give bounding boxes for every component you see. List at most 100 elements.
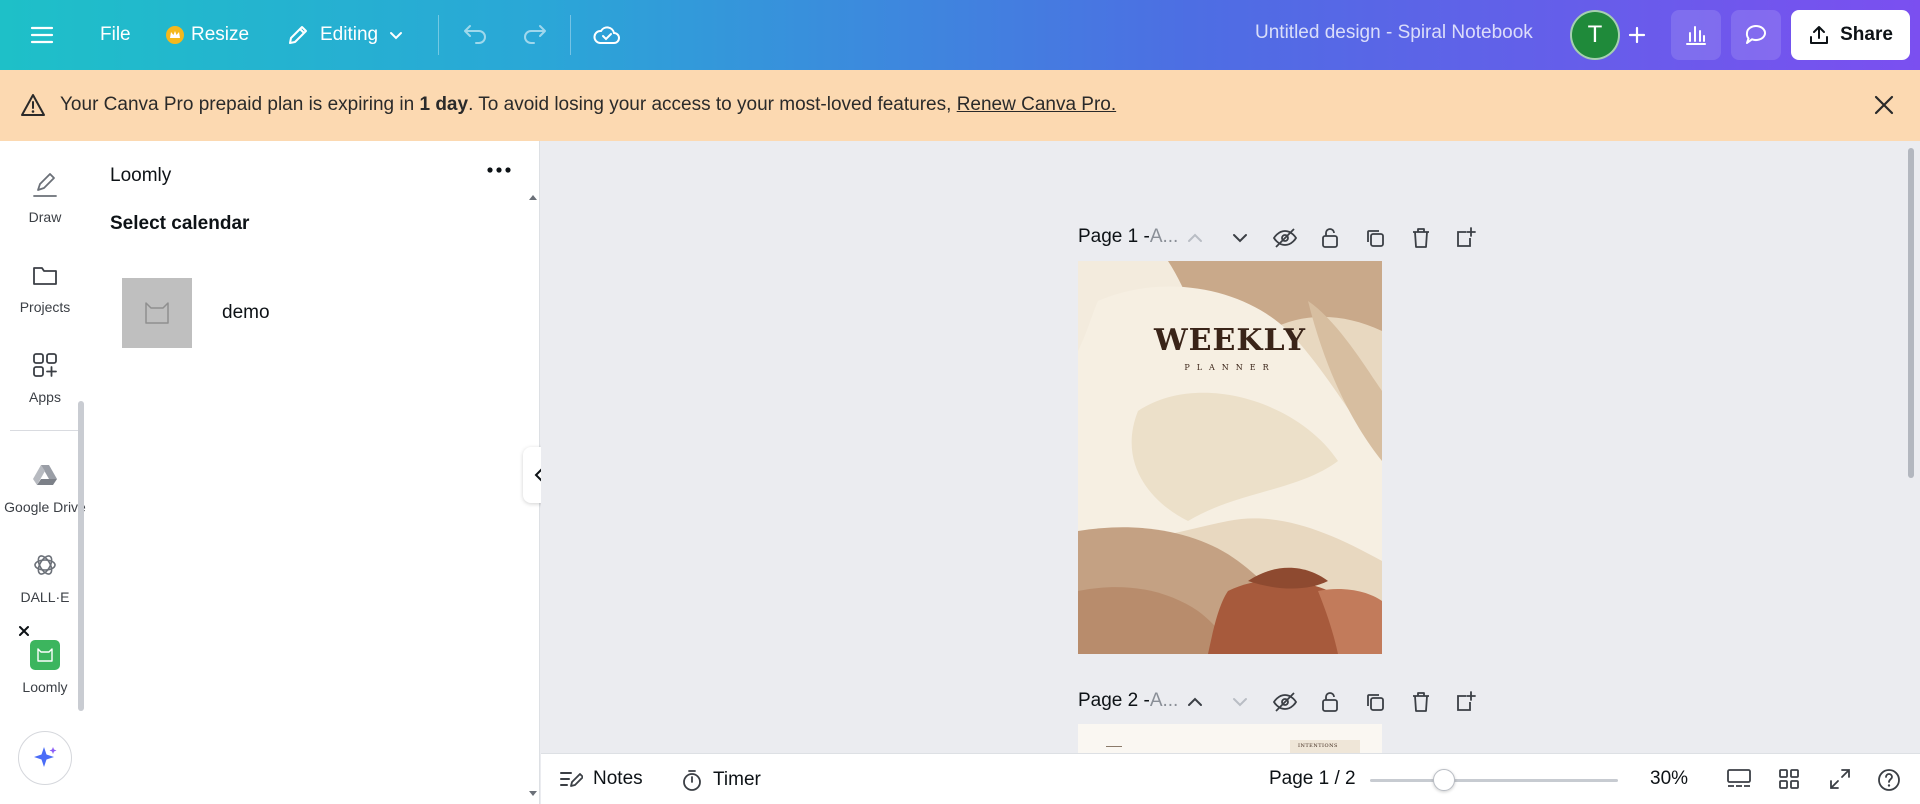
fullscreen-button[interactable]: [1828, 767, 1852, 791]
editing-mode-dropdown[interactable]: Editing: [286, 12, 404, 58]
remove-app-close-icon[interactable]: [18, 625, 30, 637]
page-1-header[interactable]: Page 1 - A...: [1078, 226, 1178, 248]
calendar-item[interactable]: demo: [122, 278, 270, 348]
rail-item-projects[interactable]: Projects: [0, 259, 90, 315]
duplicate-page-icon[interactable]: [1364, 227, 1386, 249]
banner-text-after: . To avoid losing your access to your mo…: [468, 94, 957, 115]
resize-label: Resize: [191, 24, 250, 45]
share-button[interactable]: Share: [1791, 10, 1910, 60]
pages-view-icon: [1726, 767, 1752, 791]
plus-icon: [1628, 26, 1646, 44]
share-upload-icon: [1808, 24, 1830, 46]
save-status-button[interactable]: [592, 12, 622, 58]
apps-icon: [31, 349, 59, 381]
undo-icon: [462, 23, 490, 47]
calendar-thumbnail: [122, 278, 192, 348]
notes-button[interactable]: Notes: [559, 768, 643, 790]
chevron-down-icon[interactable]: [1231, 693, 1249, 711]
main-menu-button[interactable]: [30, 12, 54, 58]
page-2-canvas[interactable]: INTENTIONS: [1078, 724, 1382, 754]
rail-divider: [10, 430, 80, 431]
renew-link[interactable]: Renew Canva Pro.: [957, 94, 1116, 115]
page-1-label: Page 1 -: [1078, 226, 1150, 247]
notes-icon: [559, 768, 583, 790]
magic-assistant-button[interactable]: [18, 731, 72, 785]
banner-message: Your Canva Pro prepaid plan is expiring …: [60, 94, 1116, 116]
app-side-panel: Loomly Select calendar demo: [90, 141, 540, 804]
chevron-up-icon[interactable]: [1186, 693, 1204, 711]
comment-icon: [1743, 23, 1769, 47]
rail-item-dalle[interactable]: DALL·E: [0, 549, 90, 605]
rail-label-draw: Draw: [28, 209, 62, 225]
design-subtitle[interactable]: PLANNER: [1078, 363, 1382, 372]
page-2-title[interactable]: A...: [1150, 690, 1179, 712]
user-avatar[interactable]: T: [1570, 10, 1620, 60]
chevron-down-icon: [388, 27, 404, 43]
zoom-slider[interactable]: [1370, 769, 1618, 791]
rail-scrollbar[interactable]: [78, 401, 84, 711]
pencil-icon: [286, 23, 310, 47]
page-2-divider-line: [1106, 746, 1122, 747]
more-options-icon[interactable]: [486, 165, 512, 175]
add-page-icon[interactable]: [1454, 226, 1476, 248]
grid-icon: [1777, 767, 1801, 791]
lock-icon[interactable]: [1320, 690, 1340, 714]
timer-label: Timer: [713, 769, 761, 790]
help-button[interactable]: [1876, 767, 1902, 793]
delete-page-icon[interactable]: [1410, 690, 1432, 714]
warning-icon: [20, 92, 46, 118]
rail-item-google-drive[interactable]: Google Drive: [0, 459, 90, 515]
page-1-canvas[interactable]: WEEKLY PLANNER: [1078, 261, 1382, 654]
rail-item-draw[interactable]: Draw: [0, 169, 90, 225]
rail-item-apps[interactable]: Apps: [0, 349, 90, 405]
rail-item-loomly[interactable]: Loomly: [0, 639, 90, 695]
delete-page-icon[interactable]: [1410, 226, 1432, 250]
page-view-button[interactable]: [1726, 767, 1752, 791]
hide-page-icon[interactable]: [1272, 691, 1298, 713]
lock-icon[interactable]: [1320, 226, 1340, 250]
banner-close-icon[interactable]: [1873, 94, 1895, 116]
page-indicator-label: Page 1 / 2: [1269, 768, 1356, 789]
page-2-header[interactable]: Page 2 - A...: [1078, 690, 1178, 712]
insights-button[interactable]: [1671, 10, 1721, 60]
comments-button[interactable]: [1731, 10, 1781, 60]
invite-button[interactable]: [1622, 12, 1652, 58]
undo-button[interactable]: [462, 12, 490, 58]
zoom-label: 30%: [1650, 768, 1689, 789]
redo-button[interactable]: [520, 12, 548, 58]
design-title[interactable]: WEEKLY: [1078, 323, 1382, 358]
add-page-icon[interactable]: [1454, 690, 1476, 712]
chevron-up-icon[interactable]: [1186, 229, 1204, 247]
page-indicator[interactable]: Page 1 / 2: [1269, 768, 1356, 790]
chevron-down-icon[interactable]: [1231, 229, 1249, 247]
expand-icon: [1828, 767, 1852, 791]
zoom-slider-thumb[interactable]: [1433, 769, 1456, 791]
file-menu-button[interactable]: File: [100, 12, 131, 58]
dalle-icon: [31, 549, 59, 581]
panel-scroll-down-icon[interactable]: [528, 790, 538, 798]
panel-scroll-up-icon[interactable]: [528, 193, 538, 201]
rail-label-loomly: Loomly: [22, 679, 68, 695]
toolbar-divider: [570, 15, 571, 55]
banner-text-before: Your Canva Pro prepaid plan is expiring …: [60, 94, 420, 115]
canvas-scrollbar[interactable]: [1908, 148, 1914, 478]
page-1-title[interactable]: A...: [1150, 226, 1179, 248]
timer-icon: [681, 768, 703, 792]
bottom-toolbar: Notes Timer Page 1 / 2 30%: [541, 753, 1920, 804]
grid-view-button[interactable]: [1777, 767, 1801, 791]
zoom-percentage[interactable]: 30%: [1650, 768, 1688, 790]
resize-button[interactable]: Resize: [165, 12, 249, 58]
pro-expiry-banner: Your Canva Pro prepaid plan is expiring …: [0, 70, 1920, 141]
toolbar-divider: [438, 15, 439, 55]
hide-page-icon[interactable]: [1272, 227, 1298, 249]
sparkle-icon: [31, 744, 59, 772]
page-2-intentions-label: INTENTIONS: [1290, 740, 1360, 754]
top-toolbar: File Resize Editing Untitled design - Sp…: [0, 0, 1920, 70]
file-label: File: [100, 24, 131, 45]
left-rail: Draw Projects Apps Google Drive DALL·E L…: [0, 141, 90, 804]
document-title[interactable]: Untitled design - Spiral Notebook: [1255, 22, 1533, 44]
duplicate-page-icon[interactable]: [1364, 691, 1386, 713]
redo-icon: [520, 23, 548, 47]
bar-chart-icon: [1684, 23, 1708, 47]
timer-button[interactable]: Timer: [681, 768, 761, 792]
